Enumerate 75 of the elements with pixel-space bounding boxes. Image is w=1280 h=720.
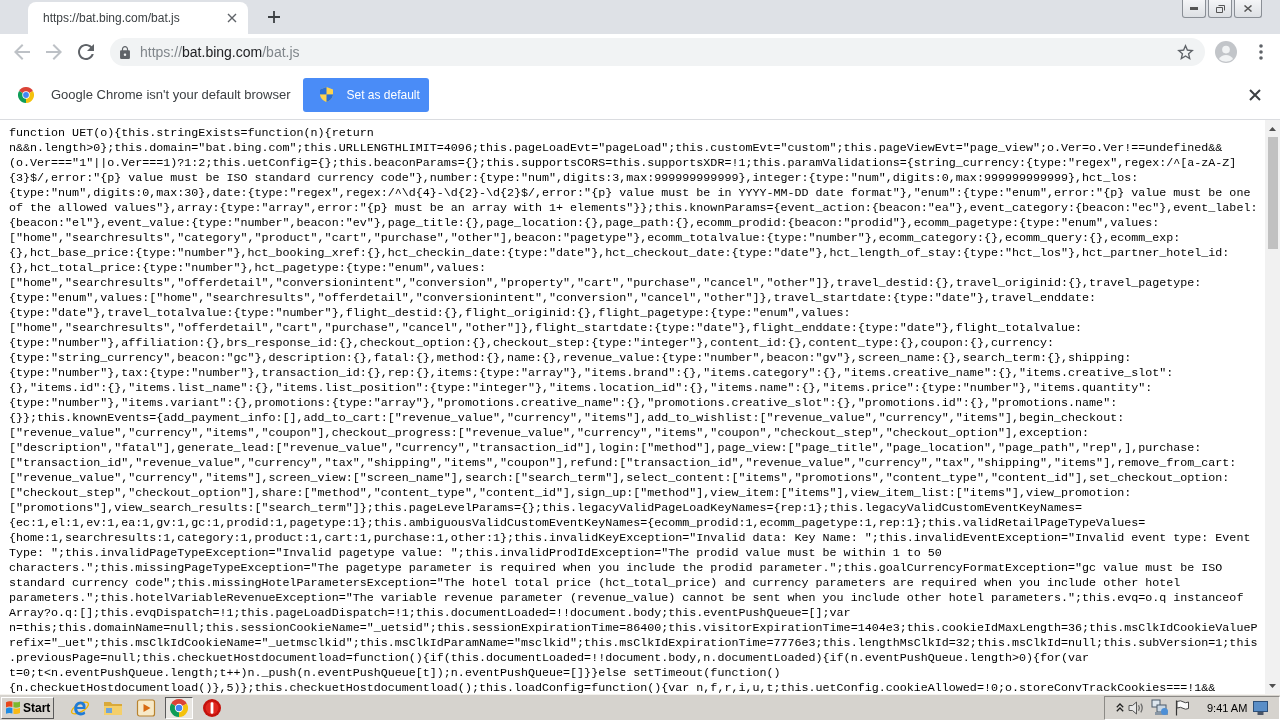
close-icon (1249, 88, 1261, 101)
scrollbar[interactable] (1265, 120, 1280, 694)
source-line: .previousPage=null;this.checkuetHostdocumentload=function(){if(this.documentLoaded=!!document.body,n.documentLoaded){if(n.eventPushQueue.length>0){for(var (9, 651, 1090, 666)
network-icon[interactable] (1151, 699, 1169, 716)
source-line: {ec:1,el:1,ev:1,ea:1,gv:1,gc:1,prodid:1,pagetype:1};this.ambiguousValidCustomEventKeyNames={ecomm_prodid:1,ecomm_pagetype:1,rep:1};this.validRetailPageTypeValues= (9, 516, 1146, 531)
source-line: t=0;t<n.eventPushQueue.length;t++)n._push(n.eventPushQueue[t]);n.eventPushQueue=[]}}else setTimeout(function() (9, 666, 781, 681)
menu-icon (1259, 44, 1263, 60)
flag-icon[interactable] (1175, 699, 1189, 716)
browser-logo-icon (18, 86, 34, 103)
speaker-icon[interactable] (1128, 699, 1145, 716)
browser-tab[interactable]: https://bat.bing.com/bat.js (28, 2, 248, 34)
close-button[interactable] (1249, 88, 1261, 101)
source-line: parameters.";this.hotelVariableRevenueException="The variable revenue parameter (revenue_value) cannot be sent when you include other hotel parameters.";this.evq=o.q instanceof (9, 591, 1244, 606)
source-line: {3}$/,error:"{p} value must be ISO standard currency code"},number:{type:"num",digits:3,max:999999999999},integer:{type:"num",digits:0,max:999999999999},hct_los: (9, 171, 1139, 186)
source-line: {n.checkuetHostdocumentload()},5)};this.checkuetHostdocumentload();this.loadConfig=function(){var n,f,r,i,u,t;this.uetConfig.cookieAllowed=!0;o.storeConvTrackCookies===!1&& (9, 681, 1216, 694)
source-line: {type:"enum",values:["home","searchresults","offerdetail","conversionintent","conversion","cancel","other"]},travel_startdate:{type:"date"},travel_enddate: (9, 291, 1097, 306)
browser-logo-icon (170, 698, 188, 717)
source-line: ["revenue_value","currency","items"],screen_view:["screen_name"],search:["search_term"],select_content:["items","promotions","content_type","content_id"],set_checkout_option: (9, 471, 1230, 486)
taskbar-button[interactable] (165, 696, 193, 719)
source-line: ["promotions"],view_search_results:["search_term"]};this.pageLevelParams={};this.legacyValidPageLoadKeyNames={rep:1};this.legacyValidCustomEventKeyNames= (9, 501, 1083, 516)
source-line: {}};this.knownEvents={add_payment_info:[],add_to_cart:["revenue_value","currency","items"],add_to_wishlist:["revenue_value","currency","items"],begin_checkout: (9, 411, 1125, 426)
taskbar-clock: 9:41 AM (1207, 701, 1248, 714)
monitor-icon[interactable] (1253, 700, 1269, 715)
source-line: ["home","searchresults","offerdetail","cart","purchase","cancel","other"]},flight_startdate:{type:"date"},flight_enddate:{type:"date"},flight_totalvalue: (9, 321, 1083, 336)
infobar-message: Google Chrome isn't your default browser (51, 87, 291, 102)
source-line: {beacon:"el"},event_value:{type:"number",beacon:"ev"},page_title:{},page_location:{},page_path:{},ecomm_prodid:{beacon:"prodid"},ecomm_pagetype:{type:"enum",values: (9, 216, 1160, 231)
source-line: (o.Ver==="1"||o.Ver===1)?1:2;this.uetConfig={};this.beaconParams={};this.supportsCORS=this.supportsXDR=!1;this.paramValidations={string_currency:{type:"regex",regex:/^[a-zA-Z] (9, 156, 1237, 171)
plus-icon (268, 11, 280, 23)
close-icon[interactable] (227, 13, 237, 23)
source-line: {type:"number"},affiliation:{},brs_response_id:{},checkout_option:{},checkout_step:{type:"integer"},content_id:{},content_type:{},coupon:{},currency: (9, 336, 1055, 351)
source-line: {},hct_base_price:{type:"number"},hct_booking_xref:{},hct_checkin_date:{type:"date"},hct_checkout_date:{type:"date"},hct_length_of_stay:{type:"hct_los"},hct_partner_hotel_id: (9, 246, 1230, 261)
star-icon[interactable] (1177, 44, 1194, 60)
source-line: Array?o.q:[];this.evqDispatch=!1;this.pageLoadDispatch=!1;this.documentLoaded=!!document.body;this.eventPushQueue=[];var (9, 606, 851, 621)
avatar-icon (1215, 41, 1237, 63)
source-line: ["transaction_id","revenue_value","currency","tax","shipping","items","coupon"],refund:["transaction_id","revenue_value","currency","tax","shipping","items"],remove_from_cart: (9, 456, 1237, 471)
source-line: ["home","searchresults","offerdetail","conversionintent","conversion","property","cart","purchase","cancel","other"]},travel_destid:{},travel_originid:{},travel_pagetype: (9, 276, 1202, 291)
source-line: {type:"num",digits:0,max:30},date:{type:"regex",regex:/^\d{4}-\d{2}-\d{2}$/,error:"{p} value must be in YYYY-MM-DD date format"},"enum":{type:"enum",error:"{p} value must be one (9, 186, 1251, 201)
source-line: {type:"number"},"items.variant":{},promotions:{type:"array"},"promotions.creative_name":{},"promotions.creative_slot":{},"promotions.id":{},"promotions.name": (9, 396, 1118, 411)
source-line: {},hct_total_price:{type:"number"},hct_pagetype:{type:"enum",values: (9, 261, 486, 276)
source-line: n=this;this.domainName=null;this.sessionCookieName="_uetsid";this.sessionExpirationTime=86400;this.visitorExpirationTime=1404e3;this.cookieIdMaxLength=36;this.msClkIdCookieValueP (9, 621, 1258, 636)
reload-icon (78, 44, 94, 60)
minimize-icon (1190, 7, 1198, 10)
source-line: Type: ";this.invalidPageTypeException="Invalid pagetype value: ";this.invalidProdIdException="The prodid value must be within 1 to 50 (9, 546, 942, 561)
restore-button[interactable] (1208, 0, 1232, 18)
lock-icon[interactable] (120, 45, 130, 59)
source-line: ["home","searchresults","category","product","cart","purchase","other"],beacon:"pagetype"},ecomm_totalvalue:{type:"number"},ecomm_category:{},ecomm_query:{},ecomm_exp: (9, 231, 1181, 246)
scroll-up-arrow-icon[interactable] (1269, 126, 1276, 131)
source-line: characters.";this.missingPageTypeException="The pagetype parameter is required when you include the prodid parameter.";this.goalCurrencyFormatException="gc value must be ISO (9, 561, 1223, 576)
scroll-down-arrow-icon[interactable] (1269, 683, 1276, 688)
alert-circle-icon (202, 697, 222, 718)
source-line: standard currency code";this.missingHotelParametersException="The hotel total price (hct_total_price) and currency parameters are required when you include other hotel (9, 576, 1181, 591)
source-line: n&&n.length>0};this.domain="bat.bing.com";this.URLLENGTHLIMIT=4096;this.pageLoadEvt="pageLoad";this.customEvt="custom";this.pageViewEvt="page_view";o.Ver=o.Ver!==undefined&& (9, 141, 1223, 156)
start-button[interactable]: Start (1, 696, 54, 719)
back-arrow-icon (14, 44, 30, 60)
play-icon (136, 697, 156, 718)
forward-arrow-icon (46, 44, 62, 60)
source-line: of the allowed values"},array:{type:"array",error:"{p} must be an array with 1+ elements"}};this.knownParams={event_action:{beacon:"ea"},event_category:{beacon:"ec"},event_label: (9, 201, 1258, 216)
restore-icon (1215, 4, 1225, 13)
close-window-button[interactable] (1234, 0, 1262, 18)
scroll-thumb[interactable] (1267, 137, 1278, 249)
source-line: {type:"date"},travel_totalvalue:{type:"number"},flight_destid:{},flight_originid:{},flight_pagetype:{type:"enum",values: (9, 306, 851, 321)
source-line: function UET(o){this.stringExists=function(n){return (9, 126, 374, 141)
flag-logo-icon (5, 700, 21, 715)
close-icon (1244, 5, 1252, 12)
source-line: refix="_uet";this.msClkIdCookieName="_uetmsclkid";this.msClkIdParamName="msclkid";this.msClkIdExpirationTime=7776e3;this.lengthMsClkId=32;this.msClkId=null;this.subVersion=1;this (9, 636, 1258, 651)
source-line: {},"items.id":{},"items.list_name":{},"items.list_position":{type:"integer"},"items.location_id":{},"items.name":{},"items.price":{type:"number"},"items.quantity": (9, 381, 1153, 396)
shield-icon (320, 87, 334, 102)
source-line: {home:1,searchresults:1,category:1,product:1,cart:1,purchase:1,other:1};this.invalidKeyException="Invalid data: Key Name: ";this.invalidEventException="Invalid event type: Event (9, 531, 1251, 546)
source-line: ["checkout_step","checkout_option"],share:["method","content_type","content_id"],sign_up:["method"],view_item:["items"],view_item_list:["items"],view_promotion: (9, 486, 1132, 501)
source-line: ["description","fatal"],generate_lead:["revenue_value","currency","transaction_id"],login:["method"],page_view:["page_title","page_location","page_path","rep",],purchase: (9, 441, 1202, 456)
source-line: {type:"number"},tax:{type:"number"},transaction_id:{},rep:{},items:{type:"array"},"items.brand":{},"items.category":{},"items.creative_name":{},"items.creative_slot": (9, 366, 1174, 381)
source-line: ["revenue_value","currency","items","coupon"],checkout_progress:["revenue_value","currency","items","coupon","checkout_step","checkout_option"],exception: (9, 426, 1090, 441)
minimize-button[interactable] (1182, 0, 1206, 18)
chevron-up-icon[interactable] (1116, 703, 1124, 712)
source-line: {type:"string_currency",beacon:"gc"},description:{},fatal:{},method:{},name:{},revenue_value:{type:"number",beacon:"gv"},screen_name:{},search_term:{},shipping: (9, 351, 1132, 366)
